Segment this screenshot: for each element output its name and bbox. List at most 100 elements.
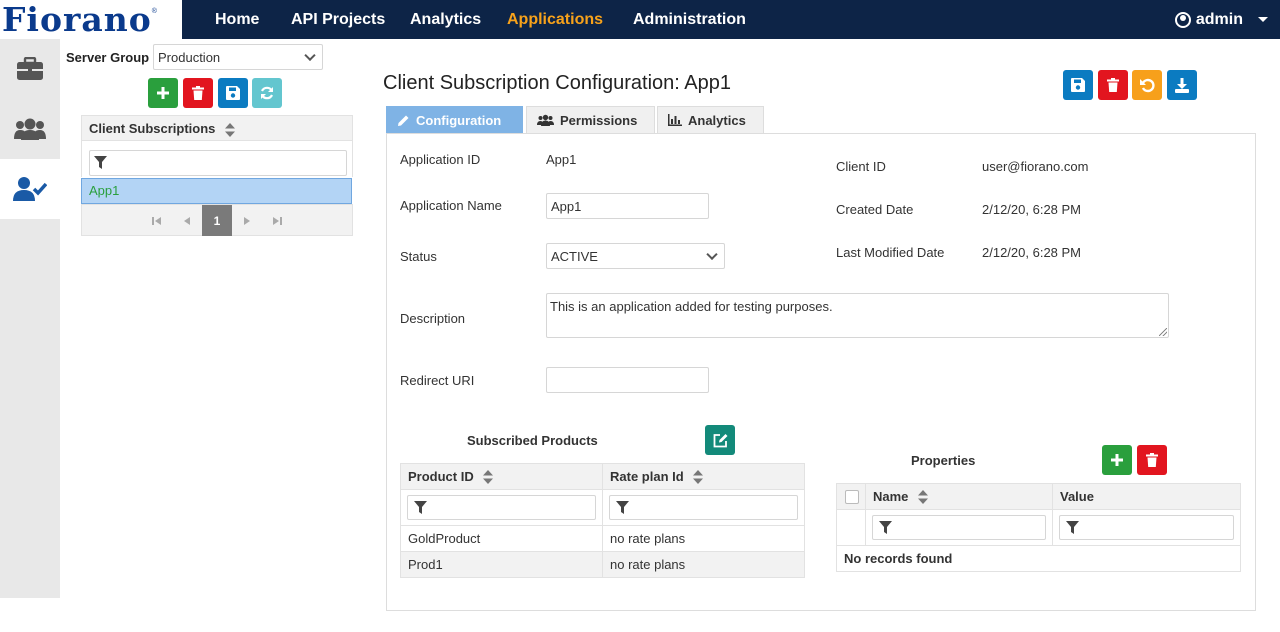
tab-configuration[interactable]: Configuration bbox=[386, 106, 523, 133]
product-id-cell: GoldProduct bbox=[400, 525, 603, 552]
nav-api-projects[interactable]: API Projects bbox=[291, 0, 385, 39]
description-value: This is an application added for testing… bbox=[550, 299, 833, 314]
add-property-button[interactable] bbox=[1102, 445, 1132, 475]
refresh-button[interactable] bbox=[252, 78, 282, 108]
rate-plan-filter-input[interactable] bbox=[609, 495, 798, 520]
server-group-label: Server Group bbox=[66, 50, 150, 65]
plus-icon bbox=[157, 87, 169, 99]
resize-handle-icon[interactable] bbox=[1159, 328, 1167, 336]
product-id-cell: Prod1 bbox=[400, 551, 603, 578]
name-header-label: Name bbox=[873, 488, 909, 504]
trash-icon bbox=[1146, 453, 1158, 467]
last-modified-label: Last Modified Date bbox=[836, 245, 945, 260]
user-name: admin bbox=[1195, 10, 1243, 28]
chevron-down-icon bbox=[706, 248, 718, 261]
first-page-icon[interactable] bbox=[142, 205, 172, 236]
value-filter-input[interactable] bbox=[1059, 515, 1234, 540]
save-icon bbox=[1071, 78, 1085, 92]
delete-subscription-button[interactable] bbox=[183, 78, 213, 108]
rail-item-users[interactable] bbox=[0, 99, 60, 159]
redirect-uri-label: Redirect URI bbox=[400, 373, 475, 388]
status-select[interactable]: ACTIVE bbox=[546, 243, 725, 269]
name-filter-cell bbox=[865, 509, 1053, 546]
users-icon bbox=[537, 114, 554, 126]
save-button[interactable] bbox=[1063, 70, 1093, 100]
rate-plan-id-header[interactable]: Rate plan Id bbox=[602, 463, 805, 490]
product-id-filter-input[interactable] bbox=[407, 495, 596, 520]
trash-icon bbox=[192, 86, 204, 100]
rate-plan-cell: no rate plans bbox=[602, 525, 805, 552]
application-name-input[interactable]: App1 bbox=[546, 193, 709, 219]
redirect-uri-input[interactable] bbox=[546, 367, 709, 393]
briefcase-icon bbox=[17, 57, 43, 80]
name-filter-input[interactable] bbox=[872, 515, 1046, 540]
sort-icon bbox=[693, 470, 704, 485]
properties-table: Name Value No records found bbox=[836, 483, 1241, 572]
users-icon bbox=[14, 118, 46, 140]
logo-registered-mark: ® bbox=[151, 8, 157, 15]
trash-icon bbox=[1107, 78, 1119, 92]
current-page[interactable]: 1 bbox=[202, 205, 232, 236]
application-name-label: Application Name bbox=[400, 198, 502, 213]
value-filter-cell bbox=[1052, 509, 1241, 546]
select-all-checkbox[interactable] bbox=[845, 489, 859, 504]
client-subscriptions-header[interactable]: Client Subscriptions bbox=[81, 115, 353, 141]
rail-item-user-check[interactable] bbox=[0, 159, 60, 219]
add-subscription-button[interactable] bbox=[148, 78, 178, 108]
created-date-value: 2/12/20, 6:28 PM bbox=[982, 202, 1082, 217]
save-icon bbox=[226, 86, 240, 100]
client-subscriptions-filter-input[interactable] bbox=[89, 150, 347, 176]
server-group-value: Production bbox=[158, 49, 221, 65]
fiorano-logo[interactable]: Fiorano ® bbox=[0, 0, 182, 39]
value-header[interactable]: Value bbox=[1052, 483, 1241, 510]
description-textarea[interactable]: This is an application added for testing… bbox=[546, 293, 1169, 338]
edit-products-button[interactable] bbox=[705, 425, 735, 455]
download-button[interactable] bbox=[1167, 70, 1197, 100]
description-label: Description bbox=[400, 311, 466, 326]
undo-icon bbox=[1139, 78, 1155, 92]
table-row[interactable]: GoldProduct no rate plans bbox=[400, 525, 805, 552]
pagination: 1 bbox=[81, 204, 353, 236]
client-id-label: Client ID bbox=[836, 159, 886, 174]
nav-home[interactable]: Home bbox=[215, 0, 259, 39]
name-header[interactable]: Name bbox=[865, 483, 1053, 510]
tab-permissions[interactable]: Permissions bbox=[526, 106, 655, 133]
save-subscription-button[interactable] bbox=[218, 78, 248, 108]
rate-plan-id-header-label: Rate plan Id bbox=[610, 468, 684, 484]
rail-item-briefcase[interactable] bbox=[0, 39, 60, 99]
delete-property-button[interactable] bbox=[1137, 445, 1167, 475]
user-circle-icon bbox=[1174, 11, 1191, 28]
subscribed-products-title: Subscribed Products bbox=[467, 433, 598, 448]
tab-analytics-label: Analytics bbox=[688, 112, 746, 128]
last-page-icon[interactable] bbox=[262, 205, 292, 236]
next-page-icon[interactable] bbox=[232, 205, 262, 236]
filter-icon bbox=[414, 501, 427, 514]
table-row[interactable]: Prod1 no rate plans bbox=[400, 551, 805, 578]
nav-applications[interactable]: Applications bbox=[507, 0, 603, 39]
tab-permissions-label: Permissions bbox=[560, 112, 638, 128]
filter-icon bbox=[94, 156, 107, 169]
subscribed-products-table: Product ID Rate plan Id GoldProduct no r… bbox=[400, 463, 805, 578]
bar-chart-icon bbox=[668, 114, 682, 126]
value-header-label: Value bbox=[1060, 489, 1094, 504]
undo-button[interactable] bbox=[1132, 70, 1162, 100]
tab-analytics[interactable]: Analytics bbox=[657, 106, 764, 133]
prev-page-icon[interactable] bbox=[172, 205, 202, 236]
filter-icon bbox=[1066, 521, 1079, 534]
server-group-select[interactable]: Production bbox=[153, 44, 323, 70]
nav-analytics[interactable]: Analytics bbox=[410, 0, 481, 39]
edit-icon bbox=[713, 433, 727, 447]
client-subscription-row-app1[interactable]: App1 bbox=[81, 178, 352, 204]
download-icon bbox=[1175, 77, 1189, 93]
plus-icon bbox=[1111, 454, 1123, 466]
sort-icon bbox=[483, 470, 494, 485]
product-id-header[interactable]: Product ID bbox=[400, 463, 603, 490]
application-name-value: App1 bbox=[551, 198, 582, 214]
nav-administration[interactable]: Administration bbox=[633, 0, 746, 39]
select-all-header bbox=[836, 483, 866, 510]
client-subscriptions-title: Client Subscriptions bbox=[89, 121, 216, 136]
filter-icon bbox=[879, 521, 892, 534]
delete-button[interactable] bbox=[1098, 70, 1128, 100]
user-menu[interactable]: admin bbox=[1174, 0, 1268, 39]
refresh-icon bbox=[261, 86, 273, 100]
